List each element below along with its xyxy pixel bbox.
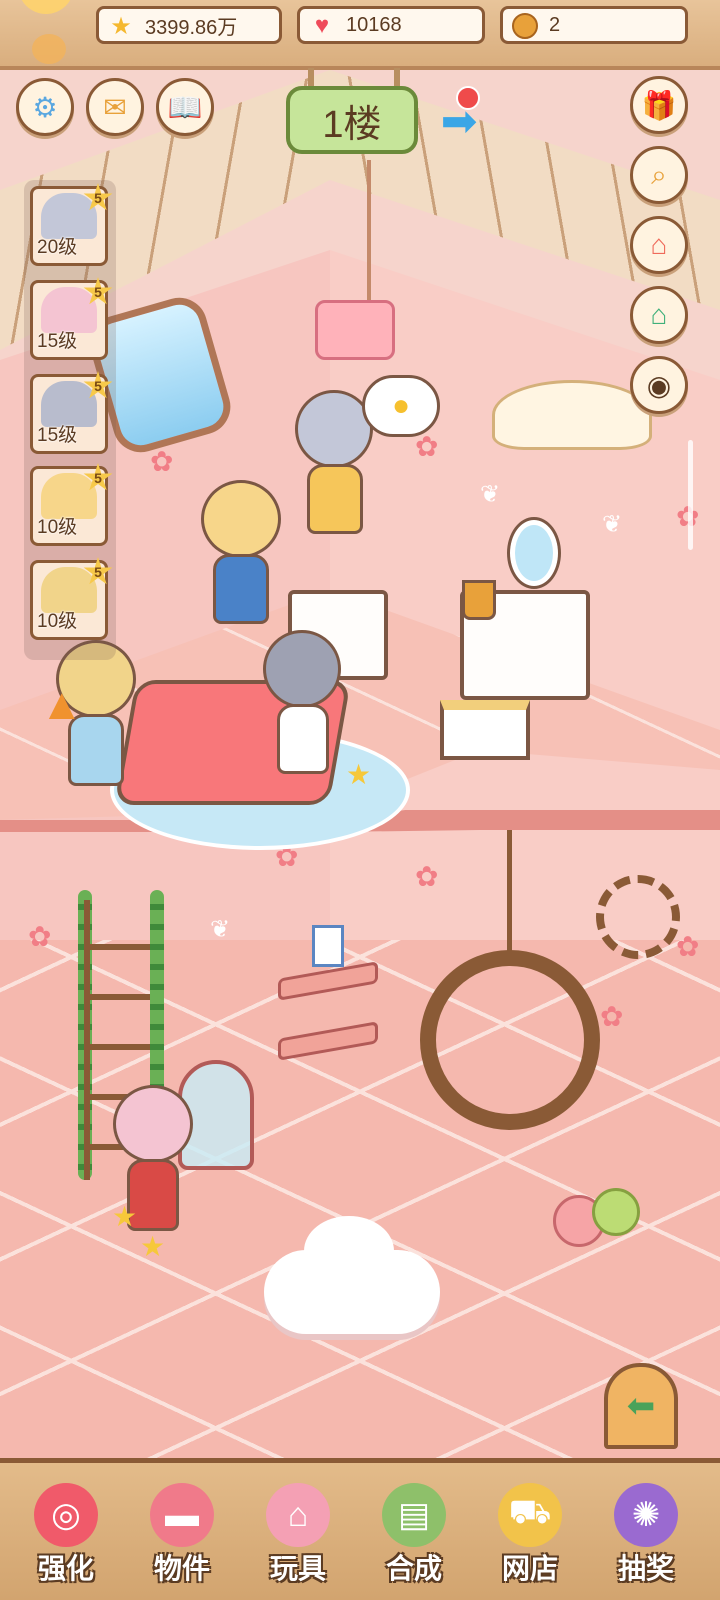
- coin-amount: 2: [549, 13, 561, 36]
- gift-box-icon: 🎁: [641, 89, 677, 121]
- character-level: 15级: [37, 331, 78, 352]
- gift-button[interactable]: 🎁: [630, 76, 688, 134]
- wallpaper-flower-icon: ✿: [150, 446, 174, 477]
- toy-house-icon: ⌂: [266, 1483, 330, 1547]
- character-mouse-girl-sitting[interactable]: [255, 630, 355, 820]
- vanity-mirror: [507, 517, 561, 589]
- top-bar: ★ 3399.86万 ♥ 10168 2: [0, 0, 720, 70]
- sun-decoration: [18, 0, 74, 14]
- character-level: 10级: [37, 517, 78, 538]
- character-card[interactable]: 15级 5: [30, 277, 113, 360]
- crown-chandelier[interactable]: [315, 300, 395, 360]
- nav-items[interactable]: ▬ 物件: [132, 1475, 232, 1595]
- rubber-duck-icon: ●: [391, 389, 411, 422]
- nav-label: 玩具: [269, 1553, 326, 1584]
- character-level: 20级: [37, 237, 78, 258]
- chandelier-rod: [367, 160, 371, 320]
- nav-lottery[interactable]: ✺ 抽奖: [596, 1475, 696, 1595]
- character-card[interactable]: 10级 5: [30, 557, 113, 640]
- view-button[interactable]: ◉: [630, 356, 688, 414]
- search-button[interactable]: ⌕: [630, 146, 688, 204]
- character-level: 10级: [37, 611, 78, 632]
- gear-icon: ⚙: [32, 91, 58, 123]
- gold-counter[interactable]: ★ 3399.86万: [96, 6, 282, 44]
- flower-basket-swing[interactable]: [420, 950, 600, 1130]
- nav-label: 强化: [37, 1553, 94, 1584]
- heart-icon: ♥: [314, 12, 330, 39]
- flower-wreath[interactable]: [596, 875, 680, 959]
- milk-carton[interactable]: [312, 925, 344, 967]
- potted-plant[interactable]: [462, 580, 496, 620]
- character-level: 15级: [37, 425, 78, 446]
- star-icon: ★: [110, 12, 132, 40]
- wallpaper-flower-icon: ✿: [415, 861, 439, 892]
- eye-icon: ◉: [646, 369, 672, 401]
- wallpaper-flower-icon: ✿: [600, 1001, 624, 1032]
- yarn-ball-green[interactable]: [592, 1188, 640, 1236]
- magnifier-paw-icon: ⌕: [651, 158, 667, 190]
- room-switch-door-button[interactable]: ⬅: [604, 1363, 678, 1449]
- bottom-nav: ◎ 强化 ▬ 物件 ⌂ 玩具 ▤ 合成 ⛟ 网店 ✺ 抽奖: [0, 1458, 720, 1600]
- envelope-icon: ✉: [103, 91, 127, 123]
- floor-label: 1楼: [322, 103, 382, 146]
- orange-hand-pointer-icon: ▲: [40, 680, 84, 729]
- paw-coin-icon: [511, 12, 539, 40]
- notification-dot: [456, 86, 480, 110]
- character-blonde-boy[interactable]: [50, 640, 150, 840]
- nav-label: 抽奖: [617, 1553, 674, 1584]
- piano-icon: ▬: [150, 1483, 214, 1547]
- character-card[interactable]: 10级 5: [30, 463, 113, 546]
- thought-bubble-duck: ●: [362, 375, 440, 437]
- mail-button[interactable]: ✉: [86, 78, 144, 136]
- swing-rope: [507, 830, 512, 960]
- house-swap-icon: ⌂: [650, 299, 668, 330]
- cards-icon: ▤: [382, 1483, 446, 1547]
- wallpaper-butterfly-icon: ❦: [480, 481, 501, 508]
- orange-decoration: [32, 34, 66, 64]
- book-icon: 📖: [167, 91, 203, 123]
- lottery-wheel-icon: ✺: [614, 1483, 678, 1547]
- angel-wings-decoration[interactable]: [492, 380, 652, 450]
- wallpaper-flower-icon: ✿: [28, 921, 52, 952]
- star-pickup-icon[interactable]: ★: [346, 758, 371, 791]
- arrow-back-icon: ⬅: [626, 1387, 656, 1425]
- heart-amount: 10168: [346, 13, 402, 36]
- nav-combine[interactable]: ▤ 合成: [364, 1475, 464, 1595]
- lollipop-icon: ◎: [34, 1483, 98, 1547]
- star-pickup-icon[interactable]: ★: [112, 1200, 137, 1233]
- home-button[interactable]: ⌂: [630, 216, 688, 274]
- nav-label: 网店: [501, 1553, 558, 1584]
- handbook-button[interactable]: 📖: [156, 78, 214, 136]
- character-card[interactable]: 15级 5: [30, 371, 113, 454]
- wallpaper-flower-icon: ✿: [676, 931, 700, 962]
- nav-toys[interactable]: ⌂ 玩具: [248, 1475, 348, 1595]
- gold-amount: 3399.86万: [145, 16, 238, 39]
- settings-button[interactable]: ⚙: [16, 78, 74, 136]
- vanity-stool[interactable]: [440, 700, 530, 760]
- floor-sign[interactable]: 1楼: [286, 86, 418, 154]
- furniture-house-button[interactable]: ⌂: [630, 286, 688, 344]
- wallpaper-butterfly-icon: ❦: [602, 511, 623, 538]
- star-pickup-icon[interactable]: ★: [140, 1230, 165, 1263]
- cloud-cushion[interactable]: [264, 1216, 440, 1334]
- paw-house-icon: ⌂: [650, 229, 668, 260]
- shop-cart-icon: ⛟: [498, 1483, 562, 1547]
- wallpaper-butterfly-icon: ❦: [210, 916, 231, 943]
- nav-enhance[interactable]: ◎ 强化: [16, 1475, 116, 1595]
- coin-counter[interactable]: 2: [500, 6, 688, 44]
- heart-counter[interactable]: ♥ 10168: [297, 6, 485, 44]
- nav-shop[interactable]: ⛟ 网店: [480, 1475, 580, 1595]
- nav-label: 物件: [153, 1553, 210, 1584]
- scroll-indicator[interactable]: [688, 440, 693, 550]
- character-card[interactable]: 20级 5: [30, 183, 113, 266]
- nav-label: 合成: [385, 1553, 442, 1584]
